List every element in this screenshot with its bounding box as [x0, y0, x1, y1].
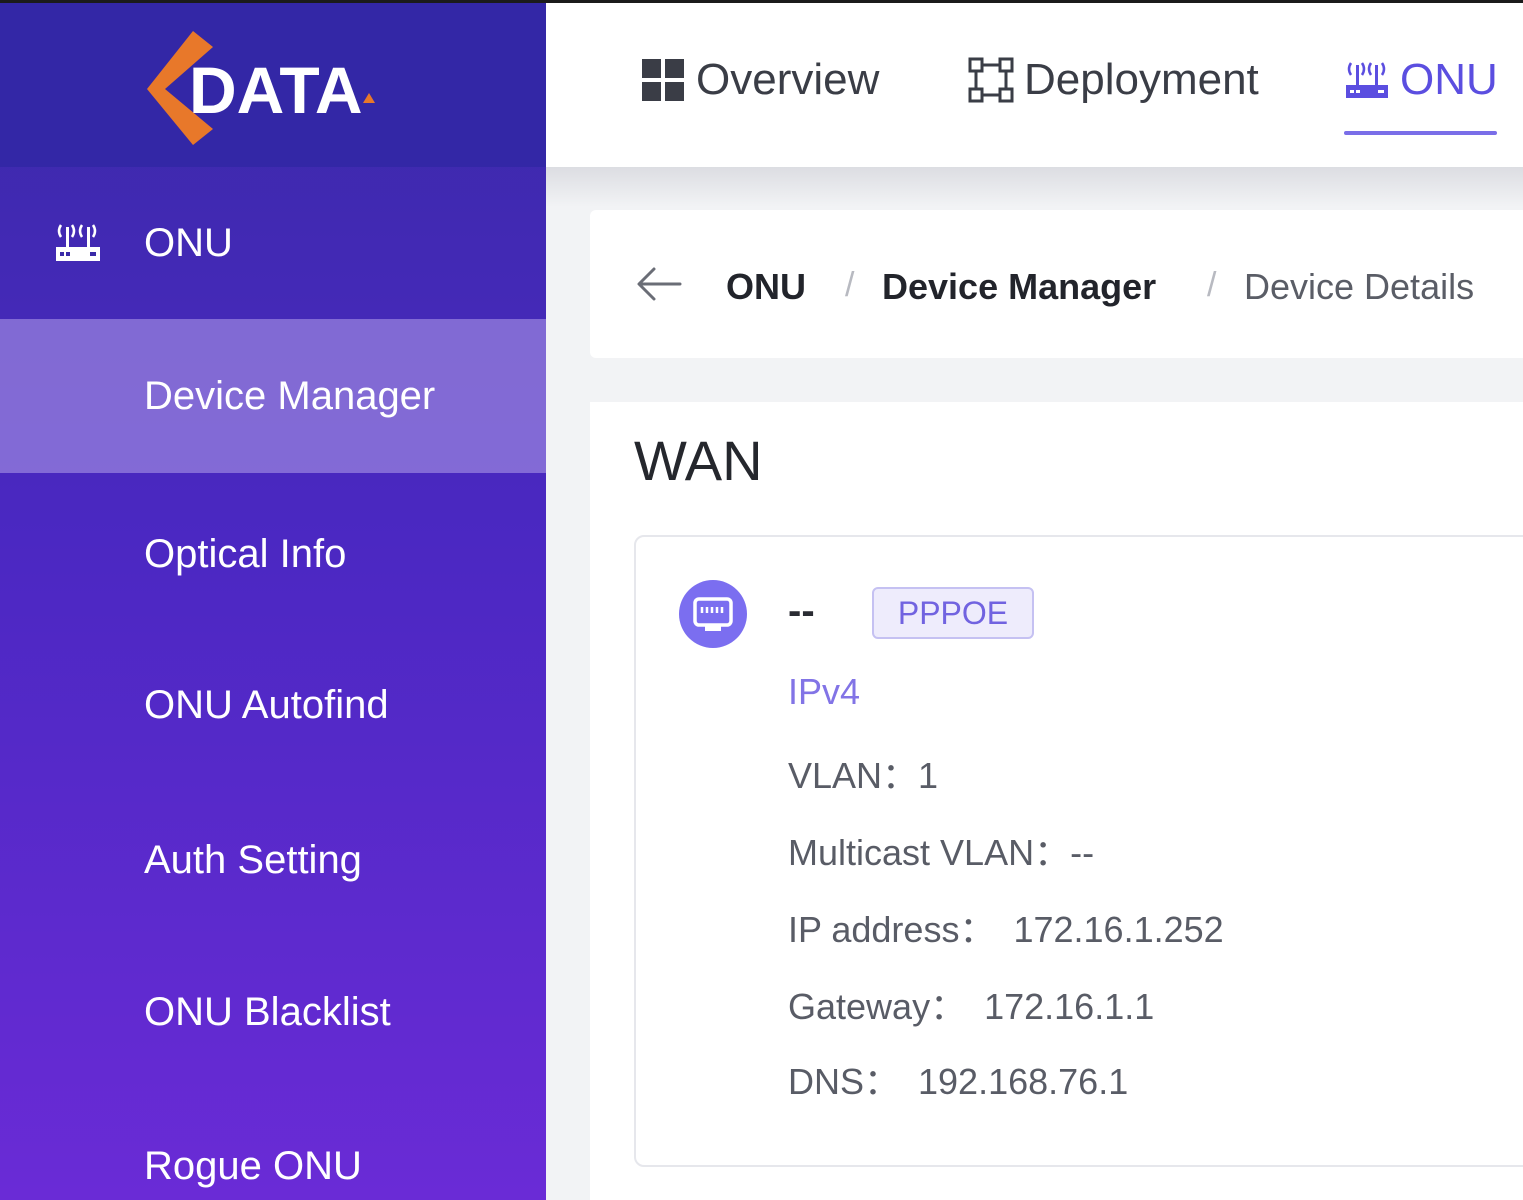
- back-arrow-icon[interactable]: [636, 266, 682, 302]
- tab-overview-label: Overview: [696, 55, 880, 104]
- breadcrumb-onu[interactable]: ONU: [726, 266, 806, 308]
- field-ip-address: IP address： 172.16.1.252: [788, 901, 1224, 953]
- field-value: 192.168.76.1: [918, 1061, 1129, 1102]
- dashboard-grid-icon: [642, 59, 684, 101]
- sidebar-item-rogue-onu[interactable]: Rogue ONU: [0, 1089, 546, 1200]
- field-label: IP address：: [788, 909, 996, 950]
- header-shadow: [546, 167, 1523, 207]
- wan-connection-card: -- PPPOE IPv4 VLAN：1 Multicast VLAN：-- I…: [634, 535, 1523, 1167]
- tab-deployment-label: Deployment: [1024, 55, 1259, 104]
- field-label: VLAN：: [788, 755, 919, 796]
- field-value: 172.16.1.252: [1013, 909, 1224, 950]
- ip-protocol: IPv4: [788, 671, 861, 712]
- sidebar: DATA ONU Device Manager Optical Info ONU…: [0, 0, 546, 1200]
- tab-onu[interactable]: ONU: [1344, 55, 1498, 105]
- breadcrumb-device-details: Device Details: [1244, 266, 1475, 307]
- tab-onu-label: ONU: [1400, 55, 1498, 104]
- field-value: 172.16.1.1: [984, 986, 1155, 1027]
- sidebar-item-optical-info[interactable]: Optical Info: [0, 477, 546, 631]
- sidebar-item-onu-autofind[interactable]: ONU Autofind: [0, 628, 546, 782]
- main-panel: WAN -- PPPOE IPv4 VLAN：1 Multicast VLAN：…: [590, 402, 1523, 1200]
- ethernet-port-icon: [679, 580, 747, 648]
- field-dns: DNS： 192.168.76.1: [788, 1053, 1128, 1105]
- field-label: Multicast VLAN：: [788, 832, 1071, 873]
- breadcrumb-separator: /: [1207, 266, 1217, 304]
- sidebar-item-onu-blacklist[interactable]: ONU Blacklist: [0, 935, 546, 1089]
- sidebar-item-auth-setting[interactable]: Auth Setting: [0, 783, 546, 937]
- sidebar-group-onu[interactable]: ONU: [0, 167, 546, 319]
- field-label: DNS：: [788, 1061, 901, 1102]
- breadcrumb-separator: /: [845, 266, 855, 304]
- field-vlan: VLAN：1: [788, 747, 938, 799]
- logo-area: DATA: [0, 0, 546, 167]
- router-icon: [56, 224, 100, 261]
- breadcrumb-device-manager[interactable]: Device Manager: [882, 266, 1156, 308]
- field-multicast-vlan: Multicast VLAN：--: [788, 824, 1094, 876]
- sidebar-item-device-manager[interactable]: Device Manager: [0, 319, 546, 473]
- field-label: Gateway：: [788, 986, 967, 1027]
- router-icon: [1346, 62, 1388, 98]
- field-gateway: Gateway： 172.16.1.1: [788, 978, 1154, 1030]
- sidebar-group-label: ONU: [144, 220, 233, 265]
- active-tab-indicator: [1344, 131, 1497, 135]
- wan-name: --: [788, 589, 815, 633]
- breadcrumb: ONU / Device Manager / Device Details: [590, 210, 1523, 358]
- tab-deployment[interactable]: Deployment: [968, 55, 1259, 105]
- connection-type-badge: PPPOE: [872, 587, 1034, 639]
- field-value: 1: [918, 755, 939, 796]
- section-title: WAN: [634, 429, 763, 492]
- logo-text: DATA: [189, 53, 363, 127]
- topology-icon: [968, 57, 1014, 103]
- field-value: --: [1070, 832, 1095, 873]
- brand-logo[interactable]: DATA: [145, 29, 405, 147]
- tab-overview[interactable]: Overview: [640, 55, 879, 105]
